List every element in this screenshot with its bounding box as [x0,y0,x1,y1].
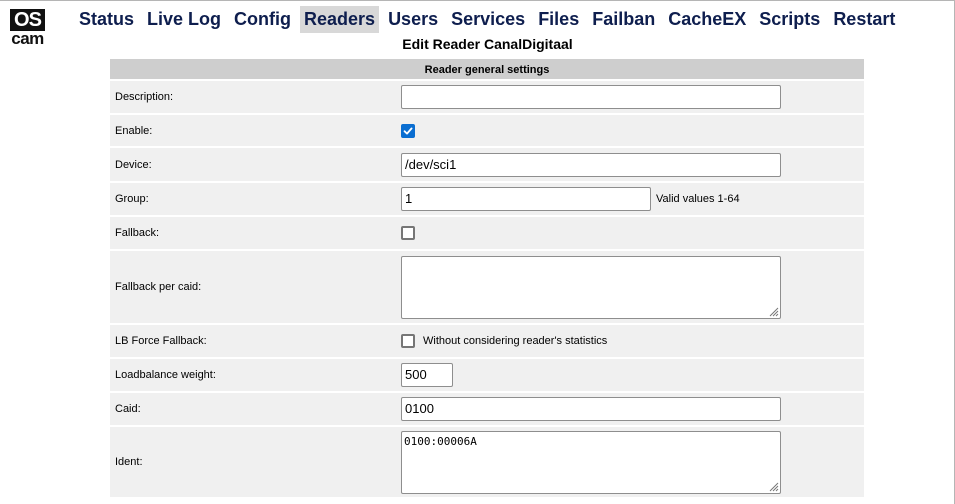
fallback-checkbox[interactable] [401,226,415,240]
fallback-per-caid-label: Fallback per caid: [115,281,202,293]
resize-grip-icon[interactable] [767,480,779,492]
row-device: Device: /dev/sci1 [110,148,864,183]
page-title: Edit Reader CanalDigitaal [402,36,573,52]
ident-label: Ident: [115,456,143,468]
logo-os: OS [10,9,45,31]
reader-settings-table: Reader general settings Description: Ena… [110,59,864,499]
device-label: Device: [115,158,152,171]
nav-restart[interactable]: Restart [829,6,899,33]
caid-label: Caid: [115,403,141,415]
nav-config[interactable]: Config [230,6,295,33]
fallback-label: Fallback: [115,227,160,239]
group-hint: Valid values 1-64 [656,193,740,205]
loadbalance-weight-label: Loadbalance weight: [115,369,216,381]
lb-force-fallback-label: LB Force Fallback: [115,335,207,347]
device-input[interactable]: /dev/sci1 [401,152,781,177]
nav-live-log[interactable]: Live Log [143,6,225,33]
row-fallback-per-caid: Fallback per caid: [110,251,864,325]
row-fallback: Fallback: [110,217,864,251]
nav-cacheex[interactable]: CacheEX [664,6,750,33]
caid-input[interactable]: 0100 [401,397,781,421]
lb-force-fallback-hint: Without considering reader's statistics [423,335,608,347]
row-enable: Enable: [110,115,864,148]
nav-scripts[interactable]: Scripts [755,6,824,33]
nav-status[interactable]: Status [75,6,138,33]
row-group: Group: 1 Valid values 1-64 [110,183,864,217]
row-ident: Ident: 0100:00006A [110,427,864,499]
enable-checkbox[interactable] [401,123,415,138]
row-lb-force-fallback: LB Force Fallback: Without considering r… [110,325,864,359]
nav-failban[interactable]: Failban [588,6,659,33]
description-label: Description: [115,91,174,103]
resize-grip-icon[interactable] [767,305,779,317]
nav-readers[interactable]: Readers [300,6,380,33]
group-label: Group: [115,193,149,205]
nav-users[interactable]: Users [384,6,442,33]
row-description: Description: [110,81,864,115]
enable-label: Enable: [115,124,153,137]
group-input[interactable]: 1 [401,187,651,211]
main-nav: Status Live Log Config Readers Users Ser… [75,6,904,33]
ident-value: 0100:00006A [404,434,477,448]
ident-textarea[interactable]: 0100:00006A [401,430,781,494]
checkmark-icon [403,127,413,134]
fallback-per-caid-textarea[interactable] [401,255,781,319]
oscam-window: OS cam Status Live Log Config Readers Us… [0,0,955,504]
section-header: Reader general settings [110,59,864,81]
nav-files[interactable]: Files [534,6,583,33]
loadbalance-weight-input[interactable]: 500 [401,363,453,387]
lb-force-fallback-checkbox[interactable] [401,334,415,348]
row-caid: Caid: 0100 [110,393,864,427]
description-input[interactable] [401,85,781,109]
row-loadbalance-weight: Loadbalance weight: 500 [110,359,864,393]
nav-services[interactable]: Services [447,6,529,33]
